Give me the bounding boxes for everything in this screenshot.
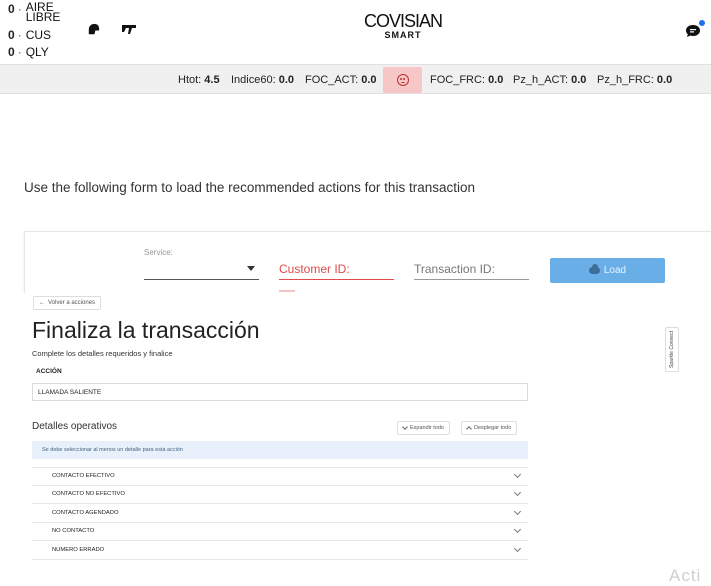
counter-value: 0: [8, 2, 15, 16]
service-select[interactable]: [144, 260, 259, 280]
back-to-actions-button[interactable]: ← Volver a acciones: [33, 296, 102, 310]
load-label: Load: [603, 265, 627, 276]
load-button[interactable]: Load: [550, 258, 665, 283]
top-bar: 0 · AIRE LIBRE 0 · CUS 0 · QLY COVISIAN …: [0, 0, 711, 64]
cloud-upload-icon: [588, 264, 600, 274]
metrics-bar: Htot: 4.5 Indice60: 0.0 FOC_ACT: 0.0 FOC…: [0, 64, 711, 94]
expand-all-button[interactable]: Expandir todo: [397, 421, 450, 435]
logo-bottom: SMART: [384, 30, 422, 40]
side-tab-sparkle-connect[interactable]: Sparkle Connect: [665, 327, 679, 372]
instruction-text: Use the following form to load the recom…: [24, 180, 475, 195]
customer-id-error-indicator: [279, 290, 295, 292]
caret-down-icon: [247, 266, 255, 271]
customer-id-input[interactable]: Customer ID:: [279, 260, 394, 280]
counters: 0 · AIRE LIBRE 0 · CUS 0 · QLY: [8, 0, 61, 59]
detail-options-list: CONTACTO EFECTIVO CONTACTO NO EFECTIVO C…: [32, 467, 528, 560]
list-item[interactable]: NO CONTACTO: [32, 523, 528, 541]
counter-cus: 0 · CUS: [8, 28, 52, 42]
sad-face-icon: [383, 67, 422, 93]
info-notice: Se debe seleccionar al menos un detalle …: [32, 441, 528, 459]
metric-pz-act: Pz_h_ACT: 0.0: [513, 74, 587, 86]
arrow-left-icon: ←: [39, 300, 45, 306]
details-title: Detalles operativos: [32, 421, 118, 432]
transaction-id-input[interactable]: Transaction ID:: [414, 260, 529, 280]
list-item[interactable]: NUMERO ERRADO: [32, 541, 528, 560]
metric-foc-act: FOC_ACT: 0.0: [305, 74, 377, 86]
chevron-up-icon: [466, 426, 472, 432]
chevron-down-icon: [402, 424, 408, 430]
page-title: Finaliza la transacción: [32, 317, 260, 343]
counter-label: AIRE LIBRE: [25, 0, 61, 24]
chevron-down-icon: [513, 489, 522, 497]
chevron-down-icon: [513, 544, 522, 552]
list-item[interactable]: CONTACTO AGENDADO: [32, 504, 528, 523]
tool-icon[interactable]: [120, 20, 138, 38]
chevron-down-icon: [513, 526, 522, 534]
load-form: Service: Customer ID: Transaction ID: Lo…: [24, 231, 711, 293]
service-label: Service:: [144, 248, 173, 257]
counter-label: QLY: [25, 45, 49, 59]
metric-indice60: Indice60: 0.0: [231, 74, 295, 86]
counter-label: CUS: [25, 28, 52, 42]
action-label: ACCIÓN: [36, 368, 62, 375]
metric-foc-frc: FOC_FRC: 0.0: [430, 74, 504, 86]
logo-top: COVISIAN: [363, 11, 443, 31]
activation-watermark: Acti: [669, 566, 702, 585]
counter-qly: 0 · QLY: [8, 45, 49, 59]
counter-aire-libre: 0 · AIRE LIBRE: [8, 0, 61, 24]
counter-value: 0: [8, 28, 15, 42]
counter-value: 0: [8, 45, 15, 59]
transaction-panel: ← Volver a acciones Finaliza la transacc…: [0, 293, 711, 579]
action-value-field: LLAMADA SALIENTE: [32, 383, 528, 401]
covisian-logo: COVISIAN SMART: [360, 12, 446, 40]
collapse-all-button[interactable]: Desplegar todo: [461, 421, 518, 435]
chevron-down-icon: [513, 507, 522, 515]
list-item[interactable]: CONTACTO EFECTIVO: [32, 467, 528, 486]
page-subtitle: Complete los detalles requeridos y final…: [32, 349, 173, 358]
list-item[interactable]: CONTACTO NO EFECTIVO: [32, 486, 528, 504]
chevron-down-icon: [513, 471, 522, 479]
metric-htot: Htot: 4.5: [178, 74, 220, 86]
metric-pz-frc: Pz_h_FRC: 0.0: [597, 74, 673, 86]
notification-dot: [699, 20, 705, 26]
helmet-icon[interactable]: [84, 20, 102, 38]
